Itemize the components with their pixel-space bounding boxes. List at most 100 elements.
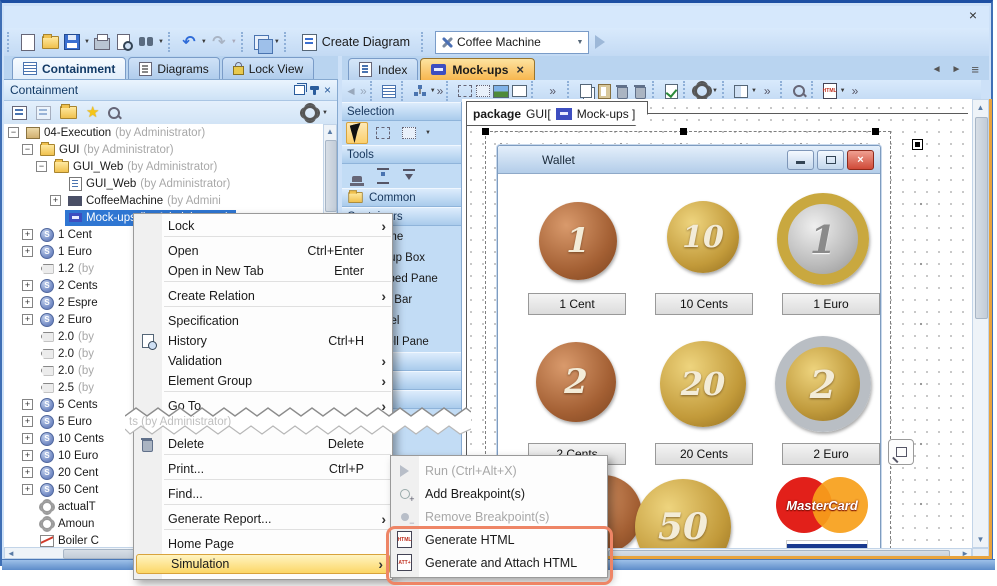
options-dropdown[interactable]: ▼: [322, 110, 328, 116]
menu-item[interactable]: Run (Ctrl+Alt+X): [391, 459, 607, 482]
search-icon[interactable]: [108, 107, 120, 119]
tab-mock-ups[interactable]: Mock-ups ×: [420, 58, 535, 80]
expander-icon[interactable]: +: [50, 195, 61, 206]
overflow-icon[interactable]: »: [764, 84, 771, 98]
gear-icon[interactable]: [302, 105, 318, 121]
open-in-new-tree-button[interactable]: [60, 106, 77, 119]
distribute-tool[interactable]: [372, 165, 394, 187]
coin-2-euro[interactable]: 2: [775, 336, 871, 432]
overflow-icon[interactable]: »: [549, 84, 556, 98]
copy-button[interactable]: [577, 82, 595, 100]
coin-button[interactable]: 2 Euro: [782, 443, 880, 465]
scroll-up-icon[interactable]: ▲: [973, 100, 988, 116]
pin-icon[interactable]: [313, 86, 316, 95]
expander-icon[interactable]: +: [22, 297, 33, 308]
related-elements-dropdown[interactable]: ▼: [430, 88, 436, 94]
validate-button[interactable]: [662, 82, 680, 100]
menu-item[interactable]: Specification: [134, 311, 392, 331]
menu-item[interactable]: Simulation ›: [136, 554, 390, 574]
palette-section-tools[interactable]: Tools: [342, 145, 461, 164]
menu-item[interactable]: Delete Delete: [134, 434, 392, 454]
float-panel-icon[interactable]: [294, 85, 305, 95]
open-project-button[interactable]: [39, 31, 61, 53]
coin-50-cents[interactable]: 50: [635, 479, 731, 548]
close-panel-icon[interactable]: ×: [324, 85, 331, 95]
menu-item[interactable]: Generate Report... ›: [134, 509, 392, 529]
tree-item[interactable]: + CoffeeMachine (by Admini: [4, 192, 322, 209]
overflow-icon[interactable]: »: [437, 84, 444, 98]
menu-item[interactable]: Generate and Attach HTML: [391, 551, 607, 574]
tab-list-button[interactable]: ≡: [971, 62, 979, 77]
menu-item[interactable]: Create Relation ›: [134, 286, 392, 306]
tab-containment[interactable]: Containment: [12, 57, 126, 79]
coin-20-cents[interactable]: 20: [660, 341, 746, 427]
perspective-combo[interactable]: Coffee Machine ▼: [435, 31, 589, 54]
fit-content-tool[interactable]: [398, 165, 420, 187]
menu-item[interactable]: Element Group ›: [134, 371, 392, 391]
tab-lock-view[interactable]: Lock View: [222, 57, 314, 79]
expander-icon[interactable]: −: [8, 127, 19, 138]
coin-button[interactable]: 1 Cent: [528, 293, 626, 315]
coin-1-cent[interactable]: 1: [539, 202, 617, 280]
insert-shape-button[interactable]: [510, 82, 528, 100]
create-diagram-button[interactable]: Create Diagram: [294, 32, 418, 53]
expander-icon[interactable]: −: [36, 161, 47, 172]
stamp-tool[interactable]: [346, 165, 368, 187]
undo-button[interactable]: ↶: [178, 31, 200, 53]
chevron-down-icon[interactable]: ▼: [572, 39, 588, 46]
diagram-options-dropdown[interactable]: ▼: [712, 88, 718, 94]
run-perspective-button[interactable]: [589, 31, 611, 53]
coin-button[interactable]: 20 Cents: [655, 443, 753, 465]
cursor-tool[interactable]: [346, 122, 368, 144]
palette-section-selection[interactable]: Selection: [342, 102, 461, 121]
undo-dropdown[interactable]: ▼: [201, 39, 207, 45]
diagram-frame-header[interactable]: package GUI[ Mock-ups ]: [466, 101, 648, 126]
find-button[interactable]: [135, 31, 157, 53]
scroll-tabs-right-button[interactable]: ►: [952, 64, 962, 75]
expander-icon[interactable]: +: [22, 314, 33, 325]
menu-item[interactable]: Generate HTML: [391, 528, 607, 551]
minimize-button[interactable]: [787, 150, 814, 170]
overflow-icon[interactable]: »: [852, 84, 859, 98]
redo-button[interactable]: ↷: [208, 31, 230, 53]
expander-icon[interactable]: +: [22, 229, 33, 240]
scroll-tabs-left-button[interactable]: ◄: [932, 64, 942, 75]
scroll-up-icon[interactable]: ▲: [324, 125, 336, 139]
save-dropdown[interactable]: ▼: [84, 39, 90, 45]
transfer-button[interactable]: [251, 31, 273, 53]
generate-html-dropdown[interactable]: ▼: [840, 88, 846, 94]
menu-item[interactable]: History Ctrl+H: [134, 331, 392, 351]
delete-button[interactable]: [613, 82, 631, 100]
tree-item[interactable]: − 04-Execution (by Administrator): [4, 124, 322, 141]
open-in-new-window-button[interactable]: [888, 439, 914, 465]
favorites-star-icon[interactable]: ★: [86, 107, 99, 119]
menu-item[interactable]: Home Page: [134, 534, 392, 554]
expander-icon[interactable]: +: [22, 399, 33, 410]
menu-item[interactable]: Open in New Tab Enter: [134, 261, 392, 281]
tree-scrollbar-thumb[interactable]: [325, 140, 337, 212]
expander-icon[interactable]: −: [22, 144, 33, 155]
diagram-options-button[interactable]: [693, 82, 711, 100]
tree-item[interactable]: − GUI_Web (by Administrator): [4, 158, 322, 175]
selection-anchor-handle[interactable]: [912, 139, 923, 150]
scroll-down-icon[interactable]: ▼: [973, 533, 988, 547]
show-containment-button[interactable]: [380, 82, 398, 100]
selection-dropdown[interactable]: ▼: [425, 130, 431, 136]
expander-icon[interactable]: +: [22, 467, 33, 478]
selection-handle[interactable]: [872, 128, 879, 135]
coin-button[interactable]: 10 Cents: [655, 293, 753, 315]
layout-button[interactable]: [732, 82, 750, 100]
menu-item[interactable]: Add Breakpoint(s): [391, 482, 607, 505]
expander-icon[interactable]: +: [22, 280, 33, 291]
visa-card[interactable]: VISA: [786, 540, 868, 548]
expander-icon[interactable]: +: [22, 246, 33, 257]
close-tab-icon[interactable]: ×: [516, 62, 524, 77]
restore-button[interactable]: [817, 150, 844, 170]
menu-item[interactable]: Validation ›: [134, 351, 392, 371]
menu-item[interactable]: Open Ctrl+Enter: [134, 241, 392, 261]
expander-icon[interactable]: +: [22, 416, 33, 427]
save-button[interactable]: [61, 31, 83, 53]
tree-item[interactable]: − GUI (by Administrator): [4, 141, 322, 158]
coin-1-euro[interactable]: 1: [777, 193, 869, 285]
wallet-titlebar[interactable]: Wallet ×: [498, 146, 880, 174]
